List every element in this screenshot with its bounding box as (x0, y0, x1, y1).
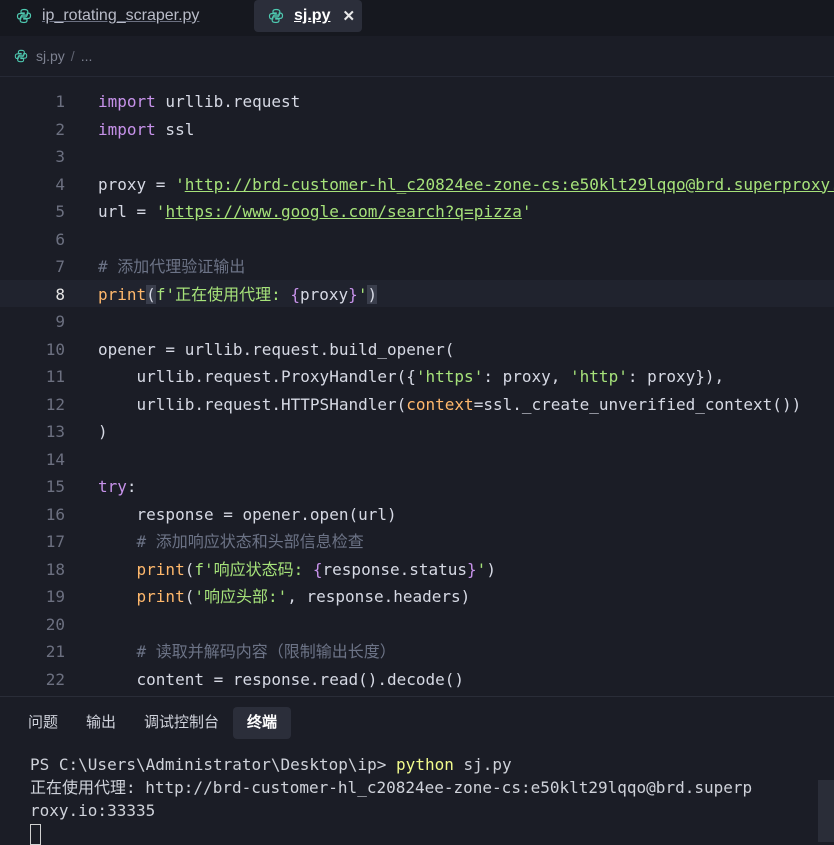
line-number: 15 (45, 477, 65, 496)
code-line: 20 (0, 611, 834, 638)
code-line: 21 # 读取并解码内容（限制输出长度） (0, 638, 834, 665)
terminal-args: sj.py (453, 755, 512, 774)
code-line: 2 import ssl (0, 116, 834, 143)
editor-tab-bar: ip_rotating_scraper.py sj.py ✕ (0, 0, 834, 36)
code-line: 16 response = opener.open(url) (0, 501, 834, 528)
code-comment: # 添加代理验证输出 (98, 257, 246, 276)
code-text: import urllib.request (98, 92, 301, 111)
tab-label: sj.py (294, 7, 331, 24)
code-text: print('响应头部:', response.headers) (136, 587, 471, 606)
code-comment: # 添加响应状态和头部信息检查 (98, 532, 364, 551)
terminal-output-line: 正在使用代理: http://brd-customer-hl_c20824ee-… (30, 778, 753, 797)
code-text: response = opener.open(url) (98, 504, 397, 524)
code-line-active: 8 print(f'正在使用代理: {proxy}') (0, 279, 834, 308)
terminal-prompt: PS C:\Users\Administrator\Desktop\ip> (30, 755, 397, 774)
line-number: 21 (45, 642, 65, 661)
code-line: 15 try: (0, 473, 834, 500)
code-line: 5 url = 'https://www.google.com/search?q… (0, 198, 834, 225)
code-line: 17 # 添加响应状态和头部信息检查 (0, 528, 834, 555)
tab-ip-rotating-scraper[interactable]: ip_rotating_scraper.py (16, 0, 199, 32)
breadcrumb-more[interactable]: ... (81, 48, 93, 64)
code-text: url = 'https://www.google.com/search?q=p… (98, 202, 532, 221)
line-number: 12 (45, 394, 65, 414)
code-line: 4 proxy = 'http://brd-customer-hl_c20824… (0, 171, 834, 198)
tab-sj-py[interactable]: sj.py ✕ (254, 0, 362, 32)
code-text: print(f'正在使用代理: {proxy}') (98, 284, 378, 304)
code-line: 3 (0, 143, 834, 170)
bottom-panel: 问题 输出 调试控制台 终端 PS C:\Users\Administrator… (0, 696, 834, 845)
code-line: 19 print('响应头部:', response.headers) (0, 583, 834, 610)
code-line: 10 opener = urllib.request.build_opener( (0, 336, 834, 363)
breadcrumb-separator: / (70, 48, 75, 64)
code-line: 1 import urllib.request (0, 88, 834, 115)
line-number: 3 (55, 147, 65, 166)
tab-label: ip_rotating_scraper.py (42, 7, 200, 24)
line-number: 9 (55, 312, 65, 331)
line-number: 7 (55, 257, 65, 276)
code-line: 13 ) (0, 418, 834, 445)
code-line: 11 urllib.request.ProxyHandler({'https':… (0, 363, 834, 390)
code-text: urllib.request.HTTPSHandler(context=ssl.… (98, 394, 802, 414)
code-editor[interactable]: 1 import urllib.request 2 import ssl 3 4… (0, 88, 834, 688)
line-number: 11 (45, 367, 65, 386)
code-line: 18 print(f'响应状态码: {response.status}') (0, 556, 834, 583)
line-number: 8 (55, 284, 65, 304)
terminal-scrollbar[interactable] (818, 780, 834, 842)
tab-problems[interactable]: 问题 (14, 707, 72, 739)
code-text: ) (98, 422, 108, 441)
close-icon[interactable]: ✕ (342, 7, 355, 25)
code-comment: # 读取并解码内容（限制输出长度） (98, 642, 396, 661)
python-file-icon (16, 8, 32, 24)
breadcrumb-file[interactable]: sj.py (36, 48, 65, 64)
code-line: 6 (0, 226, 834, 253)
divider (0, 76, 834, 77)
line-number: 6 (55, 229, 65, 249)
code-text: opener = urllib.request.build_opener( (98, 339, 455, 359)
code-line: 14 (0, 446, 834, 473)
line-number: 16 (45, 504, 65, 524)
code-text: content = response.read().decode() (98, 669, 465, 689)
python-file-icon (268, 8, 284, 24)
code-text: print(f'响应状态码: {response.status}') (136, 559, 496, 579)
code-text: proxy = 'http://brd-customer-hl_c20824ee… (98, 171, 834, 198)
panel-tabs: 问题 输出 调试控制台 终端 (14, 707, 292, 739)
terminal-command: python (396, 755, 454, 774)
line-number: 17 (45, 532, 65, 551)
line-number: 14 (45, 449, 65, 469)
line-number: 22 (45, 669, 65, 689)
line-number: 20 (45, 614, 65, 634)
terminal-output-line: roxy.io:33335 (30, 801, 156, 820)
line-number: 10 (45, 339, 65, 359)
code-text: urllib.request.ProxyHandler({'https': pr… (98, 367, 725, 386)
tab-output[interactable]: 输出 (72, 707, 130, 739)
code-text: import ssl (98, 119, 195, 139)
python-file-icon (14, 49, 28, 63)
code-link[interactable]: http://brd-customer-hl_c20824ee-zone-cs:… (185, 175, 834, 194)
tab-debug-console[interactable]: 调试控制台 (130, 707, 233, 739)
code-line: 12 urllib.request.HTTPSHandler(context=s… (0, 391, 834, 418)
terminal-output[interactable]: PS C:\Users\Administrator\Desktop\ip> py… (30, 753, 752, 845)
line-number: 5 (55, 202, 65, 221)
breadcrumb: sj.py / ... (14, 46, 92, 66)
line-number: 4 (55, 174, 65, 194)
line-number: 18 (45, 559, 65, 579)
line-number: 1 (55, 92, 65, 111)
code-text: try: (98, 477, 137, 496)
code-line: 7 # 添加代理验证输出 (0, 253, 834, 280)
line-number: 19 (45, 587, 65, 606)
line-number: 13 (45, 422, 65, 441)
code-link[interactable]: https://www.google.com/search?q=pizza (165, 202, 521, 221)
code-line: 22 content = response.read().decode() (0, 666, 834, 689)
code-line: 9 (0, 308, 834, 335)
line-number: 2 (55, 119, 65, 139)
tab-terminal[interactable]: 终端 (233, 707, 292, 739)
